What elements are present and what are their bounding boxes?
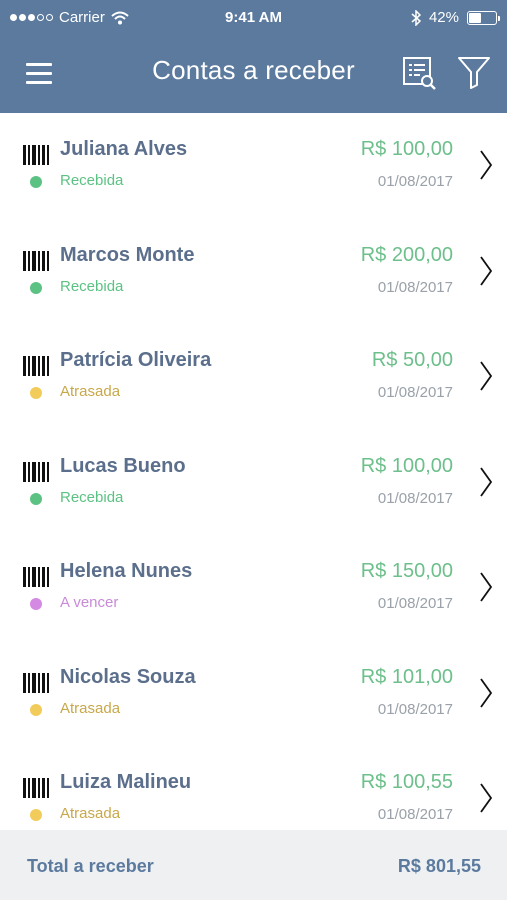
amount: R$ 100,00 [360, 454, 453, 477]
filter-icon [458, 57, 490, 89]
due-date: 01/08/2017 [377, 700, 453, 718]
chevron-right-icon [480, 361, 493, 391]
amount: R$ 101,00 [360, 665, 453, 688]
chevron-right-icon [480, 783, 493, 813]
receivable-row[interactable]: Juliana Alves Recebida R$ 100,00 01/08/2… [0, 113, 507, 219]
client-name: Patrícia Oliveira [60, 349, 212, 371]
status-label: Atrasada [60, 383, 121, 400]
due-date: 01/08/2017 [377, 278, 453, 296]
client-name: Luiza Malineu [60, 771, 192, 793]
report-search-button[interactable] [402, 55, 438, 91]
status-indicator [30, 281, 42, 294]
filter-button[interactable] [457, 55, 491, 91]
report-search-icon [403, 57, 436, 90]
barcode-icon [23, 461, 49, 482]
chevron-right-icon [480, 255, 493, 286]
client-name: Marcos Monte [60, 243, 195, 266]
amount: R$ 100,00 [360, 138, 453, 160]
receivable-row[interactable]: Luiza Malineu Atrasada R$ 100,55 01/08/2… [0, 746, 507, 830]
status-label: Recebida [60, 172, 124, 189]
amount: R$ 200,00 [360, 243, 453, 266]
chevron-right-icon [480, 150, 493, 180]
amount: R$ 150,00 [360, 560, 453, 582]
barcode-icon [23, 778, 49, 798]
battery-icon [467, 10, 500, 25]
status-indicator [30, 387, 42, 399]
status-indicator [30, 598, 42, 610]
receivable-row[interactable]: Nicolas Souza Atrasada R$ 101,00 01/08/2… [0, 641, 507, 747]
amount: R$ 50,00 [371, 349, 453, 371]
chevron-right-icon [480, 466, 493, 497]
due-date: 01/08/2017 [377, 806, 453, 823]
battery-info: 42% [411, 9, 500, 26]
due-date: 01/08/2017 [377, 595, 453, 612]
status-label: Recebida [60, 277, 124, 295]
total-label: Total a receber [27, 856, 154, 876]
barcode-icon [23, 567, 49, 587]
receivable-row[interactable]: Marcos Monte Recebida R$ 200,00 01/08/20… [0, 219, 507, 325]
barcode-icon [23, 250, 49, 271]
amount: R$ 100,55 [360, 771, 453, 793]
barcode-icon [23, 356, 49, 376]
chevron-right-icon [480, 677, 493, 708]
app-header: Carrier 9:41 AM 42% Contas a receber [0, 0, 507, 113]
status-label: Atrasada [60, 699, 121, 717]
receivable-row[interactable]: Helena Nunes A vencer R$ 150,00 01/08/20… [0, 535, 507, 641]
chevron-right-icon [480, 572, 493, 602]
client-name: Helena Nunes [60, 560, 193, 582]
receivable-row[interactable]: Lucas Bueno Recebida R$ 100,00 01/08/201… [0, 430, 507, 536]
status-indicator [30, 176, 42, 188]
barcode-icon [23, 672, 49, 693]
status-label: Recebida [60, 488, 124, 506]
status-indicator [30, 703, 42, 716]
status-indicator [30, 809, 42, 821]
barcode-icon [23, 145, 49, 165]
total-footer: Total a receber R$ 801,55 [0, 830, 507, 900]
client-name: Juliana Alves [60, 138, 188, 160]
receivable-row[interactable]: Patrícia Oliveira Atrasada R$ 50,00 01/0… [0, 324, 507, 430]
due-date: 01/08/2017 [377, 384, 453, 401]
bluetooth-icon [411, 9, 421, 26]
receivables-list: Juliana Alves Recebida R$ 100,00 01/08/2… [0, 113, 507, 830]
status-label: Atrasada [60, 805, 121, 822]
status-indicator [30, 492, 42, 505]
due-date: 01/08/2017 [377, 173, 453, 190]
total-value: R$ 801,55 [397, 856, 481, 876]
status-bar: Carrier 9:41 AM 42% [0, 0, 507, 36]
client-name: Nicolas Souza [60, 665, 196, 688]
client-name: Lucas Bueno [60, 454, 186, 477]
battery-percent: 42% [428, 9, 459, 26]
due-date: 01/08/2017 [377, 489, 453, 507]
status-label: A vencer [60, 594, 119, 611]
